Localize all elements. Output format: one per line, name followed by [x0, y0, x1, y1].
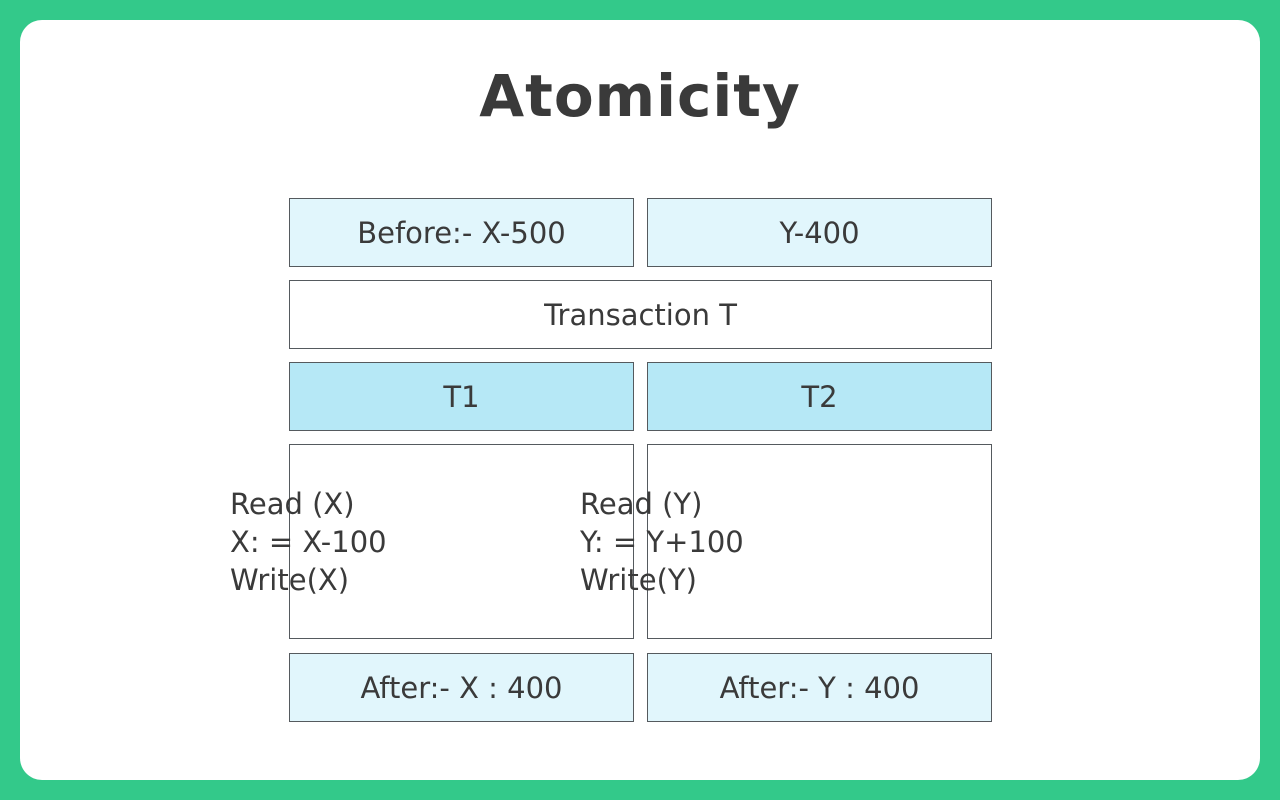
t1-steps-list: Read (X) X: = X-100 Write(X)	[230, 485, 387, 599]
after-x-cell: After:- X : 400	[289, 653, 634, 722]
transaction-cell: Transaction T	[289, 280, 992, 349]
t2-step-read: Read (Y)	[580, 486, 703, 521]
t2-steps-cell: Read (Y) Y: = Y+100 Write(Y)	[580, 444, 992, 639]
before-x-cell: Before:- X-500	[289, 198, 634, 267]
t2-header-cell: T2	[647, 362, 992, 431]
t2-step-write: Write(Y)	[580, 562, 697, 597]
t1-header-cell: T1	[289, 362, 634, 431]
t2-steps-list: Read (Y) Y: = Y+100 Write(Y)	[580, 485, 744, 599]
t2-step-compute: Y: = Y+100	[580, 524, 744, 559]
after-y-cell: After:- Y : 400	[647, 653, 992, 722]
t1-step-compute: X: = X-100	[230, 524, 387, 559]
t1-step-write: Write(X)	[230, 562, 350, 597]
before-y-cell: Y-400	[647, 198, 992, 267]
t1-step-read: Read (X)	[230, 486, 355, 521]
diagram-title: Atomicity	[479, 62, 801, 130]
